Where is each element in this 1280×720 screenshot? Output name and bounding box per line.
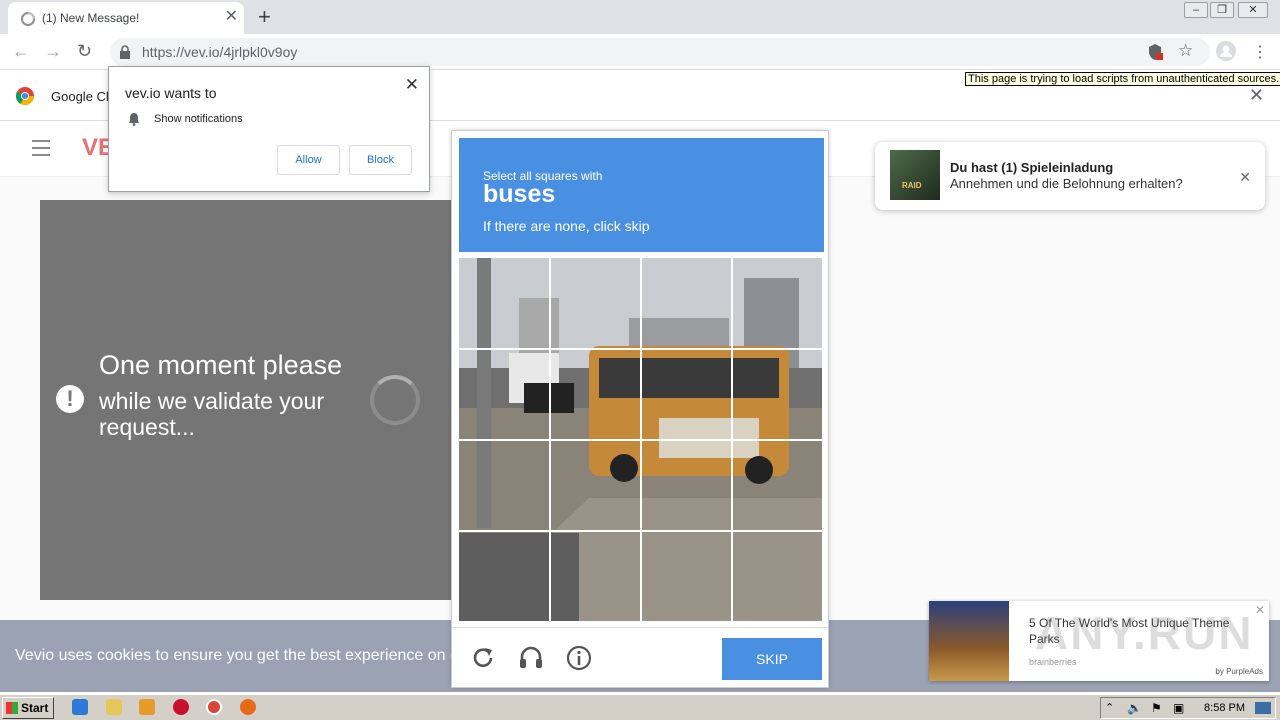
media-player-icon[interactable] [139, 699, 155, 715]
captcha-hint: If there are none, click skip [483, 218, 650, 234]
ad-close-icon[interactable]: ✕ [1255, 603, 1265, 617]
game-notification-title: Du hast (1) Spieleinladung [950, 160, 1114, 175]
network-icon[interactable]: ▣ [1173, 701, 1184, 715]
close-window-button[interactable]: ✕ [1238, 2, 1268, 18]
tab-close-icon[interactable]: ✕ [225, 9, 238, 25]
folder-icon[interactable] [106, 699, 122, 715]
opera-icon[interactable] [173, 699, 189, 715]
security-tooltip: This page is trying to load scripts from… [965, 72, 1280, 86]
menu-kebab-icon[interactable]: ⋮ [1252, 42, 1268, 62]
validation-panel: ! One moment please while we validate yo… [40, 200, 452, 600]
bell-icon [129, 113, 139, 126]
reload-icon[interactable]: ↻ [77, 41, 92, 62]
start-label: Start [21, 701, 49, 715]
system-tray: ⌃ 🔈 ⚑ ▣ 8:58 PM [1100, 697, 1276, 719]
cookie-text: Vevio uses cookies to ensure you get the… [15, 647, 459, 664]
skip-button[interactable]: SKIP [722, 638, 822, 680]
chrome-taskbar-icon[interactable] [206, 699, 222, 715]
captcha-target: buses [483, 180, 556, 208]
lock-icon[interactable] [118, 44, 132, 60]
tray-expand-icon[interactable]: ⌃ [1105, 701, 1114, 714]
block-button[interactable]: Block [349, 145, 412, 175]
forward-icon[interactable]: → [44, 41, 62, 62]
show-desktop-icon[interactable] [1255, 702, 1271, 714]
profile-avatar-icon[interactable] [1216, 41, 1236, 61]
captcha-image-grid [459, 258, 822, 621]
captcha-footer: SKIP [452, 627, 828, 687]
validation-title: One moment please [99, 350, 343, 380]
validation-subtitle: while we validate your request... [99, 388, 325, 440]
tab-strip: (1) New Message! ✕ + – ❐ ✕ [0, 0, 1280, 34]
info-icon[interactable] [565, 644, 593, 672]
permission-title: vev.io wants to [125, 85, 217, 101]
game-thumbnail-text: RAID [902, 181, 922, 190]
reload-challenge-icon[interactable] [469, 644, 497, 672]
chrome-logo-icon [16, 87, 34, 105]
permission-label: Show notifications [154, 113, 243, 125]
ie-icon[interactable] [72, 699, 88, 715]
toolbar: ← → ↻ https://vev.io/4jrlpkl0v9oy ☆ ⋮ [0, 34, 1280, 70]
loading-favicon-icon [21, 12, 35, 26]
minimize-button[interactable]: – [1184, 2, 1208, 18]
grid-dividers [459, 258, 822, 621]
infobar-close-icon[interactable]: ✕ [1249, 85, 1264, 106]
taskbar: Start ⌃ 🔈 ⚑ ▣ 8:58 PM [0, 694, 1280, 720]
firefox-icon[interactable] [240, 699, 256, 715]
volume-icon[interactable]: 🔈 [1127, 701, 1142, 715]
windows-logo-icon [6, 702, 18, 714]
clock: 8:58 PM [1204, 702, 1245, 714]
game-notification[interactable]: RAID Du hast (1) Spieleinladung Annehmen… [875, 142, 1265, 210]
new-tab-button[interactable]: + [258, 4, 271, 30]
captcha-header: Select all squares with buses If there a… [459, 138, 824, 252]
notification-permission-popup: vev.io wants to ✕ Show notifications All… [108, 66, 430, 192]
start-button[interactable]: Start [2, 697, 54, 719]
restore-button[interactable]: ❐ [1210, 2, 1234, 18]
allow-button[interactable]: Allow [277, 145, 340, 175]
loading-spinner-icon [370, 375, 420, 425]
game-notification-message: Annehmen und die Belohnung erhalten? [950, 176, 1183, 191]
back-icon[interactable]: ← [12, 41, 30, 62]
infobar-text: Google Ch [51, 89, 114, 104]
address-bar[interactable]: https://vev.io/4jrlpkl0v9oy ☆ [110, 38, 1210, 66]
tab-title: (1) New Message! [42, 11, 140, 25]
permission-close-icon[interactable]: ✕ [405, 75, 419, 95]
recaptcha-challenge: Select all squares with buses If there a… [451, 130, 829, 688]
exclamation-icon: ! [56, 385, 84, 413]
tab-active[interactable]: (1) New Message! ✕ [8, 2, 244, 34]
flag-icon[interactable]: ⚑ [1151, 701, 1162, 715]
blocked-content-shield-icon[interactable] [1145, 42, 1165, 62]
url-text[interactable]: https://vev.io/4jrlpkl0v9oy [142, 44, 297, 60]
ad-by: by PurpleAds [1215, 667, 1263, 676]
game-thumbnail: RAID [890, 150, 940, 200]
hamburger-menu-icon[interactable] [32, 140, 50, 161]
watermark: ANY.RUN [1035, 607, 1254, 659]
game-notification-close-icon[interactable]: ✕ [1239, 169, 1251, 186]
ad-image [929, 601, 1009, 681]
bookmark-star-icon[interactable]: ☆ [1178, 41, 1193, 61]
audio-challenge-icon[interactable] [517, 644, 545, 672]
